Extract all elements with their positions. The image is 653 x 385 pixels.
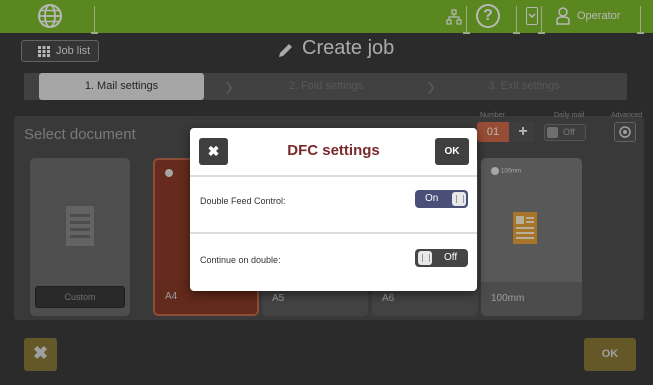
double-feed-control-toggle[interactable]: On bbox=[415, 190, 468, 208]
dialog-title: DFC settings bbox=[287, 142, 380, 159]
dfc-settings-dialog: ✖ DFC settings OK Double Feed Control: O… bbox=[190, 128, 477, 291]
toggle-knob bbox=[452, 192, 466, 206]
continue-on-double-toggle[interactable]: Off bbox=[415, 249, 468, 267]
divider bbox=[190, 175, 477, 177]
dialog-ok-button[interactable]: OK bbox=[435, 138, 469, 165]
divider bbox=[190, 232, 477, 234]
continue-on-double-label: Continue on double: bbox=[200, 255, 281, 265]
toggle-state: Off bbox=[444, 252, 458, 263]
toggle-state: On bbox=[425, 193, 439, 204]
toggle-knob bbox=[418, 251, 432, 265]
double-feed-control-label: Double Feed Control: bbox=[200, 196, 286, 206]
